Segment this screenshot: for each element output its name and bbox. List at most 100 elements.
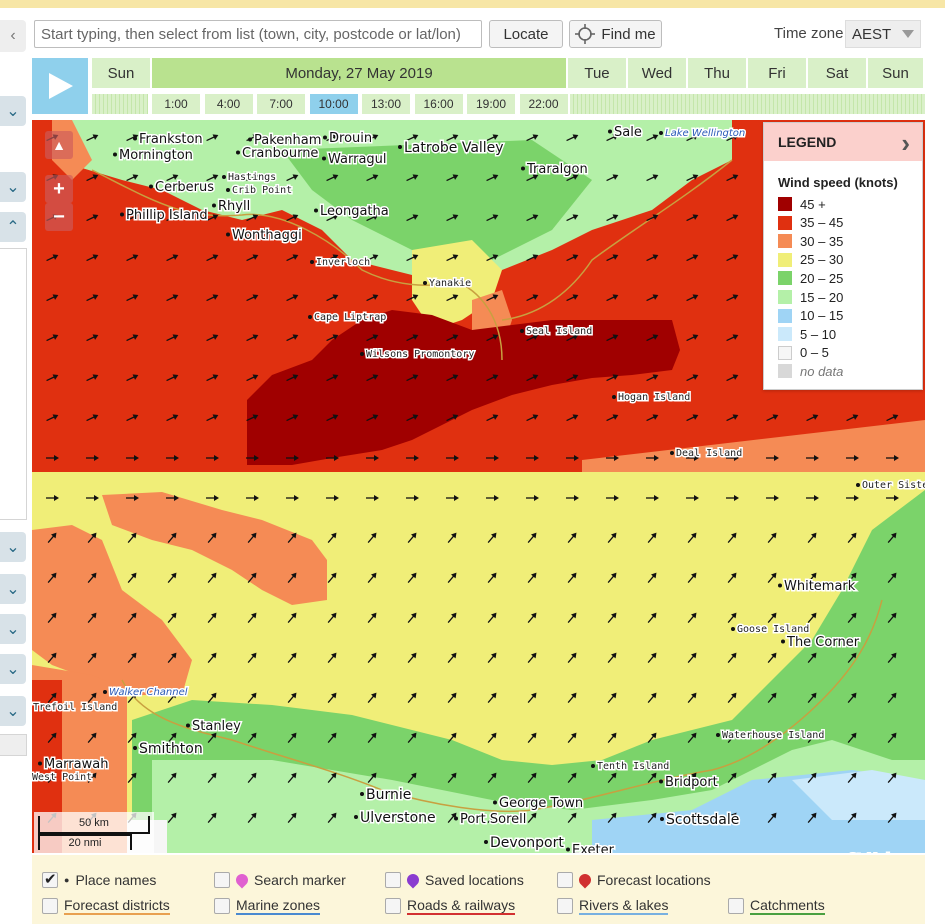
place-dot	[493, 800, 497, 805]
day-tab[interactable]: Thu	[688, 58, 748, 88]
place-label: Warragul	[328, 152, 387, 167]
hour-button[interactable]: 4:00	[204, 94, 253, 114]
layer-checkbox[interactable]	[214, 898, 230, 914]
layer-checkbox[interactable]	[557, 898, 573, 914]
hour-button[interactable]: 16:00	[414, 94, 463, 114]
legend-item: 0 – 5	[778, 344, 829, 362]
place-dot	[133, 746, 137, 750]
hour-button[interactable]: 19:00	[467, 94, 515, 114]
hour-button[interactable]: 13:00	[362, 94, 410, 114]
hour-button[interactable]: 10:00	[309, 94, 358, 114]
hour-button[interactable]: 1:00	[152, 94, 200, 114]
australia-view-button[interactable]: ▲	[45, 131, 73, 159]
layer-checkbox[interactable]	[557, 872, 573, 888]
place-label: West Point	[32, 772, 92, 783]
legend-header[interactable]: LEGEND ›	[764, 123, 922, 161]
plus-icon: +	[53, 177, 65, 200]
place-label: Trefoil Island	[33, 702, 117, 713]
place-label: Ulverstone	[360, 810, 436, 826]
place-dot	[133, 136, 137, 141]
place-dot	[222, 175, 226, 179]
top-banner-strip	[0, 0, 945, 8]
timezone-select[interactable]: AEST	[845, 20, 921, 48]
layer-toggle[interactable]: Marine zones	[214, 897, 321, 915]
place-dot	[322, 156, 326, 161]
play-button[interactable]	[32, 58, 88, 114]
day-tab[interactable]: Tue	[568, 58, 628, 88]
scale-bar: 50 km 20 nmi	[38, 816, 150, 852]
place-label: Phillip Island	[126, 208, 208, 223]
minus-icon: −	[53, 205, 65, 228]
location-search-input[interactable]	[34, 20, 482, 48]
place-dot	[520, 329, 524, 333]
place-dot	[323, 135, 327, 140]
timeline-ticks[interactable]	[92, 94, 148, 114]
place-dot	[360, 352, 364, 356]
panel-section-toggle-7[interactable]: ⌄	[0, 654, 26, 684]
layer-toggle[interactable]: ● Place names	[42, 870, 156, 888]
layer-toggle[interactable]: Saved locations	[385, 871, 524, 889]
chevron-down-icon: ⌄	[6, 661, 20, 678]
timeline-ticks[interactable]	[570, 94, 925, 114]
day-tab[interactable]: Wed	[628, 58, 688, 88]
chevron-right-icon[interactable]: ›	[901, 128, 910, 159]
place-dot	[521, 166, 525, 171]
hour-button[interactable]: 22:00	[519, 94, 568, 114]
place-label: Port Sorell	[460, 812, 526, 827]
layer-toggle[interactable]: Search marker	[214, 871, 346, 889]
panel-section-content	[0, 248, 27, 520]
find-me-button[interactable]: Find me	[569, 20, 662, 48]
day-tab[interactable]: Fri	[748, 58, 808, 88]
place-dot	[103, 690, 107, 694]
chevron-down-icon: ⌄	[6, 539, 20, 556]
legend-swatch	[778, 308, 792, 323]
map-pin-icon	[404, 871, 422, 889]
panel-section-toggle-8[interactable]: ⌄	[0, 696, 26, 726]
day-tab[interactable]: Sun	[92, 58, 152, 88]
place-label: Mornington	[119, 148, 193, 163]
panel-section-toggle-4[interactable]: ⌄	[0, 532, 26, 562]
place-label: Bridport	[665, 775, 718, 790]
place-label: Inverloch	[316, 257, 370, 268]
legend-item: 35 – 45	[778, 214, 843, 232]
layer-toggle[interactable]: Roads & railways	[385, 897, 516, 915]
layer-checkbox[interactable]	[385, 898, 401, 914]
day-tab[interactable]: Sun	[868, 58, 925, 88]
timezone-value: AEST	[852, 25, 892, 43]
day-tab[interactable]: Monday, 27 May 2019	[152, 58, 568, 88]
place-dot	[781, 639, 785, 644]
place-label: Lake Wellington	[665, 128, 745, 139]
australia-icon: ▲	[52, 137, 66, 153]
layer-checkbox[interactable]	[42, 870, 58, 888]
layer-toggle[interactable]: Rivers & lakes	[557, 897, 669, 915]
collapse-panel-button[interactable]: ‹	[0, 20, 26, 52]
locate-button[interactable]: Locate	[489, 20, 563, 48]
hour-button[interactable]: 7:00	[257, 94, 305, 114]
layer-checkbox[interactable]	[42, 898, 58, 914]
layer-toggle[interactable]: Catchments	[728, 897, 825, 915]
panel-section-toggle-1[interactable]: ⌄	[0, 96, 26, 126]
zoom-in-button[interactable]: +	[45, 175, 73, 203]
panel-section-toggle-6[interactable]: ⌄	[0, 614, 26, 644]
place-label: Goose Island	[737, 624, 809, 635]
chevron-down-icon: ⌄	[6, 103, 20, 120]
chevron-down-icon: ⌄	[6, 621, 20, 638]
legend-label: 25 – 30	[800, 252, 844, 268]
map-pin-icon	[576, 871, 594, 889]
panel-section-toggle-2[interactable]: ⌄	[0, 172, 26, 202]
legend-swatch	[778, 327, 792, 342]
layer-toggle[interactable]: Forecast districts	[42, 897, 170, 915]
place-label: Deal Island	[676, 448, 742, 459]
panel-section-toggle-5[interactable]: ⌄	[0, 574, 26, 604]
layer-checkbox[interactable]	[214, 872, 230, 888]
day-tab[interactable]: Sat	[808, 58, 868, 88]
legend-item: 15 – 20	[778, 288, 843, 306]
panel-section-toggle-3[interactable]: ⌃	[0, 212, 26, 242]
legend-label: 0 – 5	[800, 345, 829, 361]
layer-toggle[interactable]: Forecast locations	[557, 871, 711, 889]
legend-item: 20 – 25	[778, 269, 843, 287]
place-dot	[314, 208, 318, 213]
zoom-out-button[interactable]: −	[45, 203, 73, 231]
layer-checkbox[interactable]	[728, 898, 744, 914]
layer-checkbox[interactable]	[385, 872, 401, 888]
